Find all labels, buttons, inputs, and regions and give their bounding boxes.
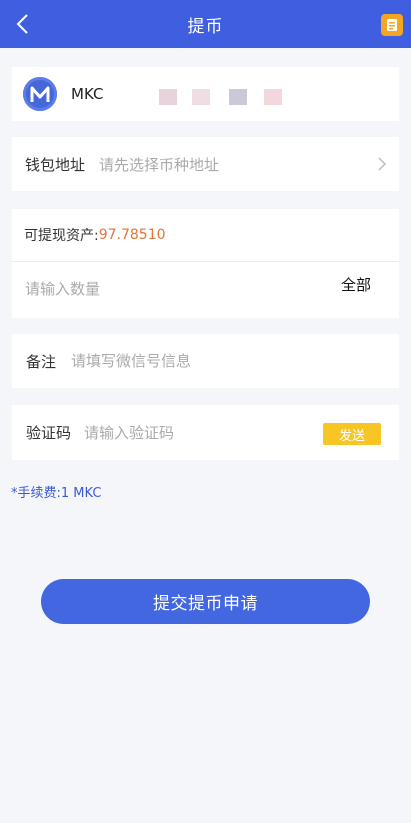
wallet-address-row[interactable]: 钱包地址 请先选择币种地址 [12,137,399,191]
blurred-overlay [104,67,399,121]
wallet-address-placeholder: 请先选择币种地址 [99,155,220,174]
record-button[interactable] [381,14,403,36]
chevron-right-icon [378,157,387,171]
amount-line: 全部 [12,262,399,317]
amount-input[interactable] [25,275,315,303]
chevron-left-icon [16,14,28,34]
coin-logo [23,77,57,111]
withdraw-amount-card: 可提现资产: 97.78510 全部 [12,209,399,318]
verify-code-label: 验证码 [26,424,72,442]
coin-selector[interactable]: MKC [12,67,399,121]
top-nav-bar: 提币 [0,0,411,48]
available-asset-label: 可提现资产: [24,228,99,244]
back-button[interactable] [10,12,34,36]
available-asset-value: 97.78510 [98,227,166,243]
record-icon [387,19,397,31]
fee-notice: *手续费:1 MKC [11,486,102,501]
withdraw-all-button[interactable]: 全部 [341,274,371,295]
coin-name: MKC [71,85,104,103]
memo-input[interactable] [71,352,352,370]
submit-withdraw-button[interactable]: 提交提币申请 [41,579,370,624]
send-code-button[interactable]: 发送 [323,423,381,445]
wallet-address-label: 钱包地址 [25,155,86,174]
verify-code-row: 验证码 发送 [12,405,399,460]
mkc-logo-icon [30,86,50,102]
page-title: 提币 [187,16,224,37]
verify-code-input[interactable] [84,423,305,442]
available-asset-line: 可提现资产: 97.78510 [12,209,399,262]
memo-label: 备注 [26,352,57,371]
memo-row: 备注 [12,334,399,388]
